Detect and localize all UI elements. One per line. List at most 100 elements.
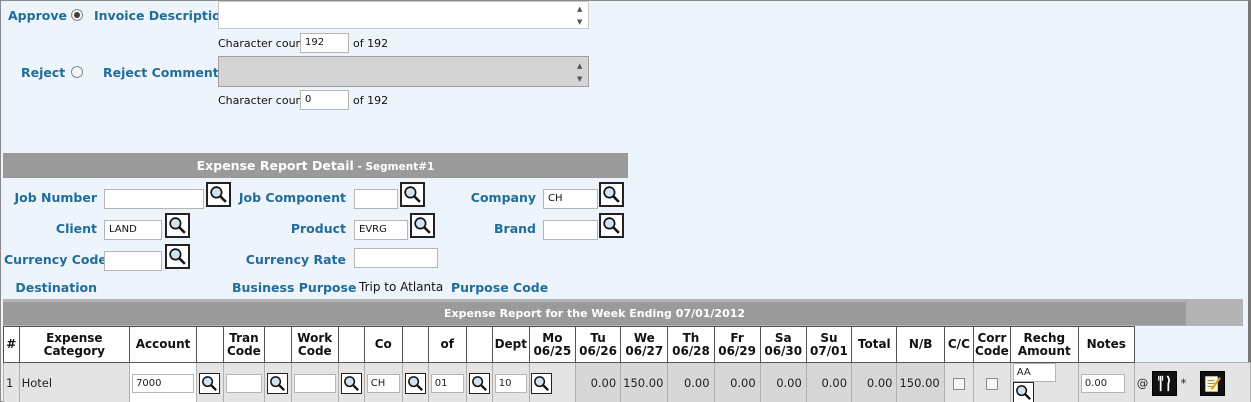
co-input[interactable]: CH bbox=[366, 373, 400, 393]
product-input[interactable]: EVRG bbox=[354, 220, 408, 240]
tran-code-input[interactable] bbox=[225, 373, 262, 393]
company-label: Company bbox=[470, 190, 536, 205]
job-number-label: Job Number bbox=[14, 190, 97, 205]
product-label: Product bbox=[290, 221, 346, 236]
table-row: 1 Hotel 7000 CH 01 10 0.00 150.00 0.00 0… bbox=[3, 362, 1251, 402]
su-header-line1: Su bbox=[820, 330, 838, 345]
row-tu-amount[interactable]: 150.00 bbox=[620, 362, 669, 402]
work-code-header-line2: Code bbox=[297, 343, 332, 358]
currency-rate-input[interactable] bbox=[354, 248, 438, 268]
company-input[interactable]: CH bbox=[543, 189, 598, 209]
corr-code-lookup-button[interactable] bbox=[1012, 382, 1034, 402]
tu-header-line1: Tu bbox=[590, 330, 606, 345]
row-we-amount[interactable]: 0.00 bbox=[667, 362, 715, 402]
of-input[interactable]: 01 bbox=[430, 373, 464, 393]
dept-input[interactable]: 10 bbox=[494, 373, 527, 393]
invoice-char-count-field: 192 bbox=[300, 33, 349, 53]
client-lookup-button[interactable] bbox=[165, 213, 190, 238]
invoice-char-max: of 192 bbox=[353, 37, 389, 50]
brand-lookup-button[interactable] bbox=[599, 213, 624, 238]
account-lookup-button[interactable] bbox=[199, 372, 221, 394]
reject-char-count-label: Character count bbox=[218, 94, 307, 107]
reject-char-count-field: 0 bbox=[300, 90, 349, 110]
invoice-description-textarea[interactable]: ▲ ▼ bbox=[218, 1, 589, 29]
corr-code-input[interactable]: AA bbox=[1012, 363, 1056, 382]
brand-input[interactable] bbox=[543, 220, 598, 240]
job-component-lookup-button[interactable] bbox=[400, 182, 425, 207]
col-header-work-code: Work Code bbox=[290, 326, 339, 363]
nb-checkbox[interactable] bbox=[952, 377, 965, 390]
scroll-up-arrow-icon[interactable]: ▲ bbox=[577, 62, 582, 70]
scroll-up-arrow-icon[interactable]: ▲ bbox=[577, 5, 582, 13]
work-code-lookup-button[interactable] bbox=[340, 372, 362, 394]
approve-label: Approve bbox=[8, 8, 67, 23]
we-header-line1: We bbox=[633, 330, 655, 345]
job-component-input[interactable] bbox=[354, 189, 398, 209]
business-purpose-label: Business Purpose bbox=[232, 280, 357, 295]
magnifier-icon bbox=[169, 248, 186, 265]
cc-checkbox[interactable] bbox=[985, 377, 998, 390]
col-header-nb: N/B bbox=[896, 326, 945, 363]
row-sa-amount[interactable]: 0.00 bbox=[805, 362, 853, 402]
client-label: Client bbox=[55, 221, 97, 236]
row-th-amount[interactable]: 0.00 bbox=[713, 362, 761, 402]
magnifier-icon bbox=[404, 186, 421, 203]
scroll-down-arrow-icon[interactable]: ▼ bbox=[577, 18, 582, 26]
row-su-amount[interactable]: 0.00 bbox=[851, 362, 898, 402]
rechg-amount-input[interactable]: 0.00 bbox=[1080, 373, 1125, 393]
sa-header-line2: 06/30 bbox=[764, 343, 803, 358]
invoice-description-scrollbar[interactable]: ▲ ▼ bbox=[574, 2, 588, 28]
mo-header-line1: Mo bbox=[542, 330, 563, 345]
row-cc-cell bbox=[973, 362, 1011, 402]
tu-header-line2: 06/26 bbox=[579, 343, 617, 358]
row-mo-amount[interactable]: 0.00 bbox=[574, 362, 622, 402]
meal-button[interactable] bbox=[1151, 370, 1177, 396]
col-header-we: We 06/27 bbox=[620, 326, 669, 363]
col-header-corr-code: Corr Code bbox=[973, 326, 1011, 363]
company-lookup-button[interactable] bbox=[599, 182, 624, 207]
job-component-label: Job Component bbox=[238, 190, 346, 205]
th-header-line1: Th bbox=[682, 330, 700, 345]
magnifier-icon bbox=[407, 375, 423, 391]
magnifier-icon bbox=[603, 186, 620, 203]
col-header-spacer bbox=[196, 326, 224, 363]
job-number-lookup-button[interactable] bbox=[206, 182, 231, 207]
edit-notes-button[interactable] bbox=[1199, 370, 1225, 396]
col-header-total: Total bbox=[851, 326, 898, 363]
su-header-line2: 07/01 bbox=[810, 343, 848, 358]
rechg-header-line2: Amount bbox=[1017, 343, 1071, 358]
col-header-spacer bbox=[401, 326, 429, 363]
co-lookup-button[interactable] bbox=[404, 372, 426, 394]
notes-at-symbol: @ bbox=[1136, 375, 1149, 390]
magnifier-icon bbox=[1015, 385, 1031, 400]
row-dept-cell: 10 bbox=[491, 362, 530, 402]
col-header-tran-code: Tran Code bbox=[222, 326, 265, 363]
currency-code-input[interactable] bbox=[104, 251, 162, 271]
work-code-input[interactable] bbox=[293, 373, 336, 393]
week-header: Expense Report for the Week Ending 07/01… bbox=[3, 302, 1186, 325]
reject-comments-scrollbar[interactable]: ▲ ▼ bbox=[574, 57, 588, 86]
tran-code-lookup-button[interactable] bbox=[266, 372, 288, 394]
reject-comments-textarea[interactable]: ▲ ▼ bbox=[218, 56, 589, 87]
row-expense-category: Hotel bbox=[18, 362, 131, 402]
col-header-fr: Fr 06/29 bbox=[713, 326, 761, 363]
reject-char-max: of 192 bbox=[353, 94, 389, 107]
col-header-tu: Tu 06/26 bbox=[574, 326, 622, 363]
of-lookup-button[interactable] bbox=[468, 372, 490, 394]
reject-radio[interactable] bbox=[71, 66, 83, 78]
work-code-header-line1: Work bbox=[297, 330, 333, 345]
client-input[interactable]: LAND bbox=[104, 220, 162, 240]
destination-label: Destination bbox=[15, 280, 97, 295]
row-fr-amount[interactable]: 0.00 bbox=[759, 362, 807, 402]
job-number-input[interactable] bbox=[104, 189, 204, 209]
currency-code-lookup-button[interactable] bbox=[165, 244, 190, 269]
approve-radio[interactable] bbox=[71, 9, 83, 21]
account-input[interactable]: 7000 bbox=[132, 373, 195, 393]
reject-label: Reject bbox=[21, 65, 66, 80]
col-header-expense-category: Expense Category bbox=[18, 326, 131, 363]
col-header-rechg-amount: Rechg Amount bbox=[1009, 326, 1079, 363]
brand-label: Brand bbox=[494, 221, 536, 236]
scroll-down-arrow-icon[interactable]: ▼ bbox=[577, 75, 582, 83]
dept-lookup-button[interactable] bbox=[530, 372, 552, 394]
fr-header-line1: Fr bbox=[730, 330, 744, 345]
